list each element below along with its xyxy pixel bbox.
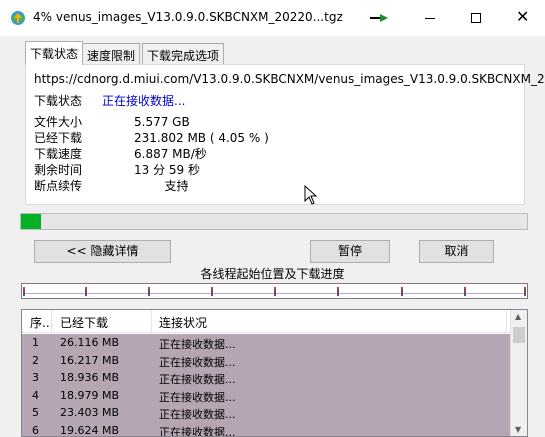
tab-speed-limit[interactable]: 速度限制	[82, 43, 141, 65]
thread-progress-label: 各线程起始位置及下载进度	[200, 267, 345, 281]
list-rows: 1 26.116 MB 正在接收数据... 2 16.217 MB 正在接收数据... 3 1…	[22, 334, 510, 437]
thread-marker	[401, 287, 403, 296]
table-row[interactable]: 6 19.624 MB 正在接收数据...	[22, 421, 510, 437]
cell-downloaded: 26.116 MB	[60, 336, 120, 349]
thread-list[interactable]: 序... 已经下载 连接状况 1 26.116 MB 正在接收数据... 2 16.21…	[21, 309, 528, 437]
mouse-cursor-icon	[304, 185, 318, 205]
status-row: 下载状态 正在接收数据...	[34, 92, 185, 109]
pause-button[interactable]: 暂停	[310, 240, 390, 263]
info-time-left: 剩余时间 13 分 59 秒	[34, 161, 200, 178]
cell-downloaded: 19.624 MB	[60, 423, 120, 437]
title-bar: 4% venus_images_V13.0.9.0.SKBCNXM_20220.…	[0, 0, 545, 36]
tab-download-status[interactable]: 下载状态	[25, 41, 84, 65]
cell-id: 5	[32, 406, 39, 419]
thread-progress-bar	[21, 283, 528, 299]
info-resume: 断点续传 支持	[34, 177, 189, 194]
column-header-downloaded[interactable]: 已经下载	[60, 314, 108, 331]
cell-status: 正在接收数据...	[159, 338, 236, 351]
info-label: 已经下载	[34, 131, 83, 145]
column-header-index[interactable]: 序...	[30, 314, 53, 331]
cell-downloaded: 18.979 MB	[60, 388, 120, 402]
hide-details-button[interactable]: << 隐藏详情	[34, 240, 171, 263]
thread-marker	[148, 287, 150, 296]
column-header-status[interactable]: 连接状况	[159, 314, 207, 331]
download-url: https://cdnorg.d.miui.com/V13.0.9.0.SKBC…	[34, 72, 545, 86]
scroll-thumb[interactable]	[513, 327, 525, 343]
download-globe-icon	[11, 11, 25, 25]
table-row[interactable]: 2 16.217 MB 正在接收数据...	[22, 351, 510, 369]
close-icon: ✕	[516, 7, 530, 26]
thread-marker	[524, 287, 526, 296]
cell-status: 正在接收数据...	[159, 425, 236, 437]
scroll-up-icon[interactable]: ▲	[515, 312, 521, 321]
cell-downloaded: 18.936 MB	[60, 371, 120, 384]
table-row[interactable]: 5 23.403 MB 正在接收数据...	[22, 404, 510, 422]
info-file-size: 文件大小 5.577 GB	[34, 113, 190, 130]
status-value: 正在接收数据...	[102, 94, 186, 108]
cell-downloaded: 23.403 MB	[60, 406, 120, 419]
thread-marker	[464, 287, 466, 296]
cell-status: 正在接收数据...	[159, 355, 236, 369]
thread-marker	[23, 287, 25, 296]
list-header: 序... 已经下载 连接状况	[22, 310, 510, 333]
info-value: 6.887 MB/秒	[134, 147, 207, 161]
info-label: 下载速度	[34, 147, 83, 161]
cell-id: 2	[32, 353, 39, 367]
info-value: 231.802 MB ( 4.05 % )	[134, 131, 269, 145]
cell-status: 正在接收数据...	[159, 408, 236, 421]
info-label: 断点续传	[34, 179, 83, 193]
info-label: 剩余时间	[34, 163, 83, 177]
cell-downloaded: 16.217 MB	[60, 353, 120, 367]
tab-completion-options[interactable]: 下载完成选项	[142, 43, 225, 65]
cell-id: 6	[32, 423, 39, 437]
info-label: 文件大小	[34, 115, 83, 129]
status-panel: https://cdnorg.d.miui.com/V13.0.9.0.SKBC…	[25, 64, 545, 205]
cell-status: 正在接收数据...	[159, 390, 236, 404]
info-value: 5.577 GB	[134, 115, 190, 129]
thread-marker	[85, 287, 87, 296]
info-downloaded: 已经下载 231.802 MB ( 4.05 % )	[34, 129, 269, 146]
cell-id: 4	[32, 388, 39, 402]
cell-id: 1	[32, 336, 39, 349]
window-title: 4% venus_images_V13.0.9.0.SKBCNXM_20220.…	[33, 10, 343, 24]
download-progress-bar	[20, 213, 528, 230]
status-label: 下载状态	[34, 94, 83, 108]
scroll-down-icon[interactable]: ▼	[515, 425, 521, 434]
green-arrow-icon[interactable]	[368, 9, 390, 27]
vertical-scrollbar[interactable]: ▲ ▼	[510, 310, 527, 436]
table-row[interactable]: 3 18.936 MB 正在接收数据...	[22, 369, 510, 387]
minimize-button[interactable]	[407, 0, 453, 36]
thread-marker	[211, 287, 213, 296]
cell-status: 正在接收数据...	[159, 373, 236, 386]
cell-id: 3	[32, 371, 39, 384]
thread-marker	[337, 287, 339, 296]
table-row[interactable]: 4 18.979 MB 正在接收数据...	[22, 386, 510, 404]
info-speed: 下载速度 6.887 MB/秒	[34, 145, 207, 162]
info-value: 支持	[134, 179, 189, 193]
thread-marker	[274, 287, 276, 296]
cancel-button[interactable]: 取消	[419, 240, 494, 263]
close-button[interactable]: ✕	[499, 0, 545, 36]
maximize-button[interactable]	[453, 0, 499, 36]
progress-fill	[21, 214, 42, 229]
table-row[interactable]: 1 26.116 MB 正在接收数据...	[22, 334, 510, 352]
info-value: 13 分 59 秒	[134, 163, 200, 177]
